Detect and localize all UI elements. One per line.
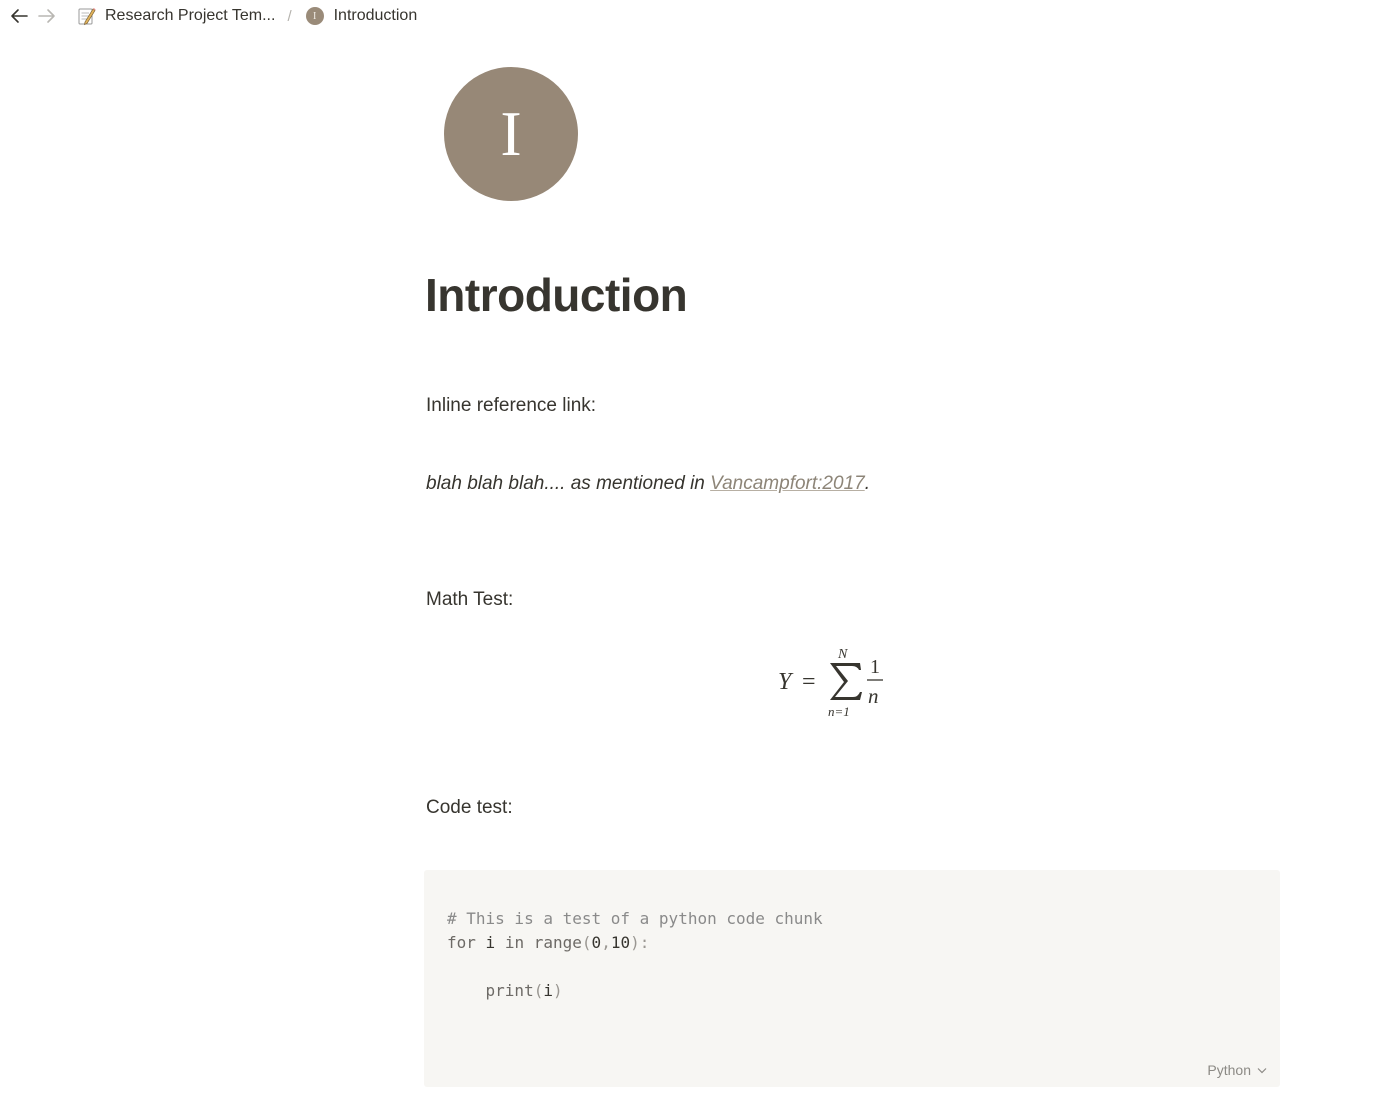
math-sum-upper: N: [837, 647, 848, 662]
code-print-arg: i: [543, 981, 553, 1000]
code-range-end: 10: [610, 933, 631, 952]
breadcrumb-separator: /: [287, 7, 292, 25]
math-equals: =: [802, 669, 816, 695]
topbar: Research Project Tem... / I Introduction: [0, 0, 1400, 32]
breadcrumb-current[interactable]: I Introduction: [302, 4, 422, 28]
arrow-right-icon: [38, 9, 55, 23]
math-lhs: Y: [778, 669, 794, 695]
math-sum-lower: n=1: [828, 704, 850, 719]
code-block[interactable]: # This is a test of a python code chunk …: [424, 870, 1280, 1087]
memo-icon: [78, 8, 96, 26]
breadcrumb-parent-label: Research Project Tem...: [105, 7, 276, 24]
reference-link[interactable]: Vancampfort:2017: [710, 473, 865, 494]
reference-prefix-text: blah blah blah.... as mentioned in: [426, 473, 711, 494]
code-language-label: Python: [1207, 1062, 1251, 1078]
code-function-print: print: [485, 981, 534, 1000]
arrow-left-icon: [11, 9, 28, 23]
code-function-range: range: [533, 933, 582, 952]
math-test-label[interactable]: Math Test:: [426, 588, 513, 612]
forward-button[interactable]: [36, 5, 58, 27]
code-keyword-in: in: [504, 933, 525, 952]
code-keyword-for: for: [447, 933, 476, 952]
code-content[interactable]: # This is a test of a python code chunk …: [447, 907, 823, 1003]
breadcrumb-parent[interactable]: Research Project Tem...: [72, 4, 279, 28]
math-equation[interactable]: Y = N n=1 1 n: [776, 642, 896, 722]
code-variable: i: [485, 933, 496, 952]
code-test-label[interactable]: Code test:: [426, 796, 513, 820]
page-icon[interactable]: I: [444, 67, 578, 201]
chevron-down-icon: [1257, 1067, 1267, 1073]
sigma-symbol: [830, 663, 862, 700]
code-language-select[interactable]: Python: [1207, 1062, 1267, 1078]
inline-reference-label[interactable]: Inline reference link:: [426, 394, 596, 418]
code-comment: # This is a test of a python code chunk: [447, 909, 823, 928]
math-frac-denominator: n: [868, 684, 879, 708]
reference-suffix-text: .: [864, 473, 870, 494]
code-range-start: 0: [591, 933, 602, 952]
page-title[interactable]: Introduction: [425, 268, 688, 322]
page-letter-icon: I: [305, 7, 324, 25]
breadcrumb-current-label: Introduction: [333, 7, 418, 24]
math-frac-numerator: 1: [870, 656, 880, 678]
back-button[interactable]: [8, 5, 30, 27]
reference-paragraph[interactable]: blah blah blah.... as mentioned in Vanca…: [426, 472, 870, 496]
